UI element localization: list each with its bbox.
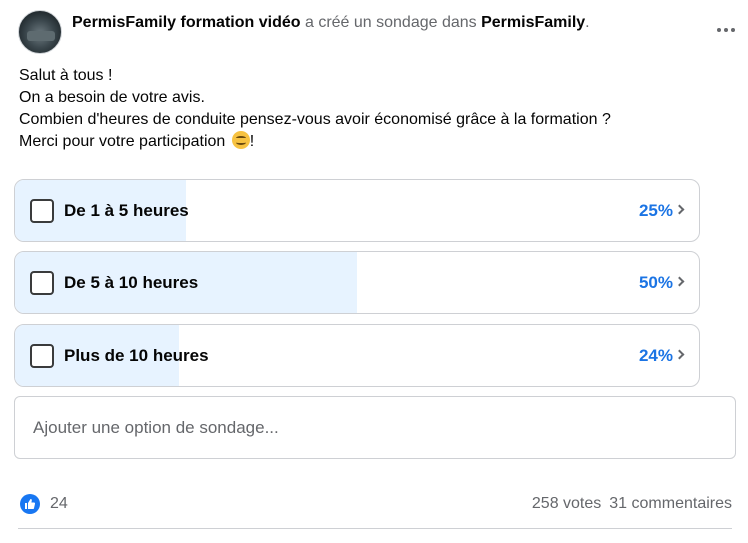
poll-option-1[interactable]: De 1 à 5 heures 25% bbox=[14, 179, 700, 242]
poll-option-label: Plus de 10 heures bbox=[64, 346, 209, 365]
poll-option-percent[interactable]: 50% bbox=[639, 273, 673, 293]
poll-option-percent[interactable]: 24% bbox=[639, 346, 673, 366]
header-action: a créé un sondage dans bbox=[304, 14, 477, 31]
vote-count[interactable]: 258 votes bbox=[532, 495, 601, 512]
post-footer: 24 258 votes 31 commentaires bbox=[20, 492, 732, 516]
post-line: On a besoin de votre avis. bbox=[19, 89, 205, 106]
add-poll-option-input[interactable] bbox=[33, 397, 713, 458]
checkbox-icon[interactable] bbox=[30, 199, 54, 223]
poll-option-label: De 5 à 10 heures bbox=[64, 273, 199, 292]
chevron-right-icon[interactable] bbox=[674, 276, 685, 287]
smiley-emoji-icon bbox=[231, 131, 250, 149]
poll-option-3[interactable]: Plus de 10 heures 24% bbox=[14, 324, 700, 387]
group-name[interactable]: PermisFamily bbox=[481, 14, 585, 31]
post-header: PermisFamily formation vidéo a créé un s… bbox=[18, 10, 735, 54]
header-punct: . bbox=[585, 14, 590, 31]
like-icon[interactable] bbox=[20, 494, 40, 514]
post-text: Salut à tous ! On a besoin de votre avis… bbox=[19, 65, 611, 153]
checkbox-icon[interactable] bbox=[30, 344, 54, 368]
poll-option-label: De 1 à 5 heures bbox=[64, 201, 189, 220]
author-name[interactable]: PermisFamily formation vidéo bbox=[72, 14, 301, 31]
post-line: Salut à tous ! bbox=[19, 67, 113, 84]
like-count[interactable]: 24 bbox=[50, 495, 68, 513]
add-poll-option[interactable] bbox=[14, 396, 736, 459]
post-line: Combien d'heures de conduite pensez-vous… bbox=[19, 111, 611, 128]
post-line-end: ! bbox=[249, 133, 255, 150]
avatar[interactable] bbox=[18, 10, 62, 54]
poll-option-2[interactable]: De 5 à 10 heures 50% bbox=[14, 251, 700, 314]
chevron-right-icon[interactable] bbox=[674, 349, 685, 360]
post-line: Merci pour votre participation bbox=[19, 133, 230, 150]
checkbox-icon[interactable] bbox=[30, 271, 54, 295]
comment-count[interactable]: 31 commentaires bbox=[609, 495, 732, 512]
footer-stats: 258 votes 31 commentaires bbox=[532, 495, 732, 513]
poll-option-percent[interactable]: 25% bbox=[639, 201, 673, 221]
more-icon[interactable] bbox=[714, 20, 738, 40]
divider bbox=[18, 528, 732, 529]
post-line-last: Merci pour votre participation ! bbox=[19, 131, 611, 153]
chevron-right-icon[interactable] bbox=[674, 204, 685, 215]
header-text: PermisFamily formation vidéo a créé un s… bbox=[72, 13, 590, 33]
